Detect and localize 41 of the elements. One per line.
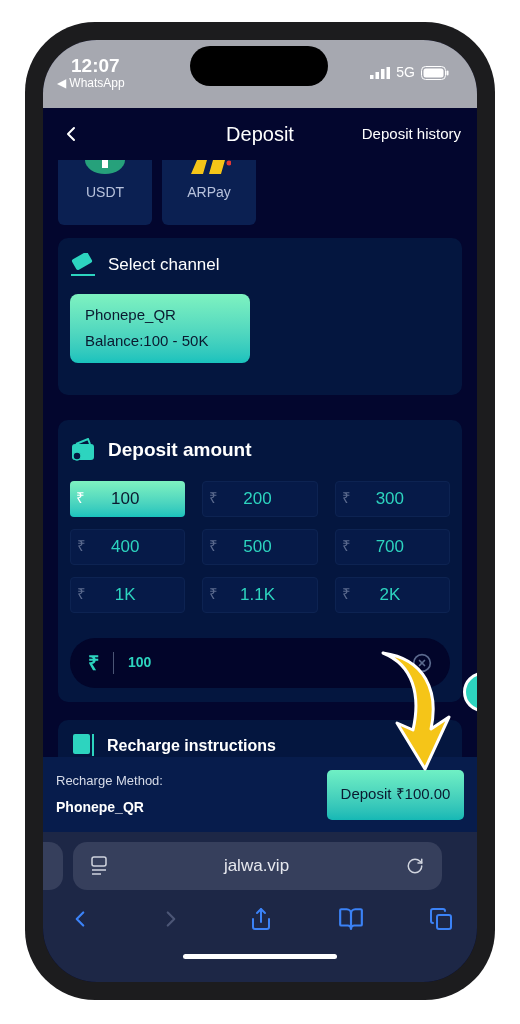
reload-icon[interactable] [406, 857, 424, 875]
wallet-icon [70, 438, 96, 463]
share-icon[interactable] [249, 907, 273, 931]
url-text: jalwa.vip [222, 855, 291, 878]
network-label: 5G [396, 63, 415, 82]
deposit-button[interactable]: Deposit ₹100.00 [327, 769, 464, 820]
payment-method-tile[interactable]: USDT [58, 160, 152, 225]
page-menu-icon[interactable] [91, 856, 107, 876]
payment-method-tile[interactable]: ARPay [162, 160, 256, 225]
amount-option[interactable]: ₹ 500 [202, 528, 318, 565]
amount-value: 100 [128, 653, 152, 672]
currency-symbol: ₹ [88, 650, 99, 676]
tabs-icon[interactable] [429, 907, 453, 931]
page-title: Deposit [226, 122, 294, 147]
section-title: Recharge instructions [107, 736, 276, 756]
card-icon [70, 252, 96, 277]
channel-balance: Balance:100 - 50K [85, 331, 209, 351]
clear-icon[interactable] [412, 652, 432, 673]
method-label: Recharge Method: [56, 772, 163, 791]
battery-icon [421, 65, 449, 80]
amount-input-field[interactable]: ₹ 100 [70, 637, 450, 688]
clock-time: 12:07 [71, 56, 120, 75]
deposit-history-link[interactable]: Deposit history [361, 122, 461, 146]
amount-option[interactable]: ₹ 100 [70, 480, 186, 517]
amount-option[interactable]: ₹ 1K [70, 576, 186, 613]
method-value: Phonepe_QR [56, 797, 145, 817]
section-title: Select channel [108, 254, 220, 276]
book-icon [73, 734, 95, 756]
signal-icon [370, 66, 391, 79]
channel-option[interactable]: Phonepe_QR Balance:100 - 50K [70, 293, 250, 363]
amount-option[interactable]: ₹ 200 [202, 480, 318, 517]
amount-option[interactable]: ₹ 400 [70, 528, 186, 565]
coin-icon [85, 160, 125, 174]
channel-name: Phonepe_QR [85, 304, 176, 325]
amount-option[interactable]: ₹ 1.1K [202, 576, 318, 613]
address-bar[interactable]: jalwa.vip [73, 842, 442, 890]
amount-option[interactable]: ₹ 700 [334, 528, 450, 565]
bookmarks-icon[interactable] [338, 906, 364, 932]
amount-option[interactable]: ₹ 300 [334, 480, 450, 517]
section-title: Deposit amount [108, 438, 252, 462]
amount-option[interactable]: ₹ 2K [334, 576, 450, 613]
